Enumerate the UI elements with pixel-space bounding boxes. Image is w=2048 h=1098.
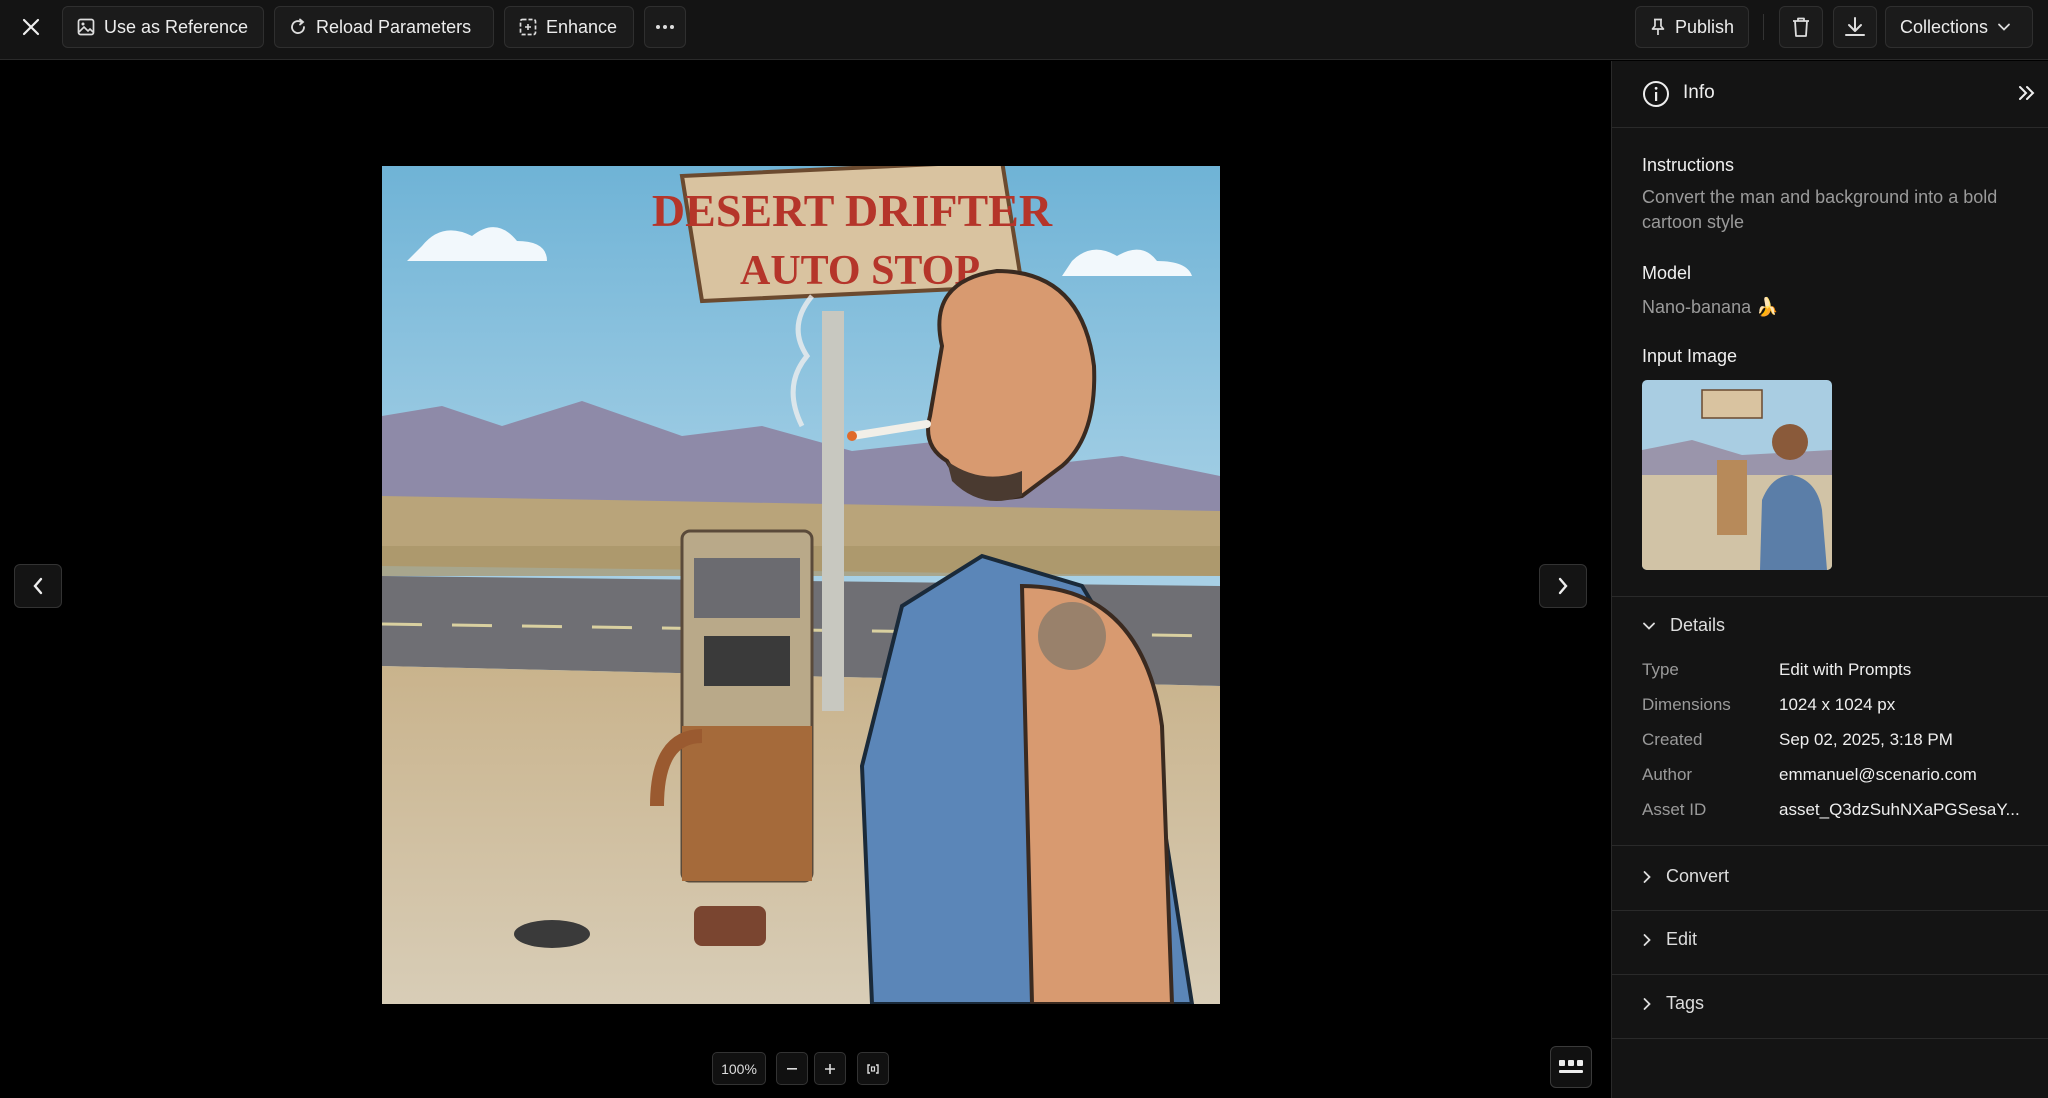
detail-label-asset-id: Asset ID	[1642, 800, 1707, 819]
details-toggle[interactable]: Details	[1642, 615, 1725, 636]
chevron-right-icon	[1643, 997, 1651, 1010]
enhance-button[interactable]: Enhance	[504, 6, 634, 48]
plus-icon	[825, 1063, 835, 1074]
input-image-thumbnail[interactable]	[1642, 380, 1832, 570]
section-divider	[1612, 910, 2048, 911]
detail-value-dimensions: 1024 x 1024 px	[1779, 695, 1896, 714]
image-viewer: DESERT DRIFTER AUTO STOP 100%	[0, 61, 1611, 1098]
thumbnail-strip-toggle[interactable]	[1550, 1046, 1592, 1088]
zoom-in-button[interactable]	[814, 1052, 846, 1085]
chevron-right-icon	[1558, 577, 1568, 595]
grid-view-icon	[1559, 1060, 1583, 1073]
trash-icon	[1793, 17, 1809, 37]
details-title: Details	[1670, 615, 1726, 635]
enhance-label: Enhance	[546, 16, 618, 37]
instructions-title: Instructions	[1642, 155, 1735, 175]
model-title: Model	[1642, 263, 1692, 283]
next-image-button[interactable]	[1539, 564, 1587, 608]
convert-toggle[interactable]: Convert	[1642, 866, 1729, 887]
tags-title: Tags	[1666, 993, 1705, 1013]
edit-toggle[interactable]: Edit	[1642, 929, 1697, 950]
publish-button[interactable]: Publish	[1635, 6, 1749, 48]
chevron-right-icon	[1643, 870, 1651, 883]
detail-value-type: Edit with Prompts	[1779, 660, 1912, 679]
fit-screen-icon	[867, 1063, 879, 1074]
info-icon	[1643, 81, 1669, 107]
tags-toggle[interactable]: Tags	[1642, 993, 1704, 1014]
section-divider	[1612, 596, 2048, 597]
chevron-right-icon	[1643, 933, 1651, 946]
input-image-title: Input Image	[1642, 346, 1738, 366]
detail-label-dimensions: Dimensions	[1642, 695, 1731, 714]
detail-value-author[interactable]: emmanuel@scenario.com	[1779, 765, 1977, 785]
section-divider	[1612, 1038, 2048, 1039]
reload-parameters-button[interactable]: Reload Parameters	[274, 6, 494, 48]
detail-label-created: Created	[1642, 730, 1703, 749]
model-value: Nano-banana 🍌	[1642, 297, 1779, 317]
pin-icon	[1651, 18, 1665, 35]
toolbar-divider	[1763, 14, 1764, 40]
close-icon	[22, 18, 40, 36]
chevron-down-icon	[1998, 23, 2010, 31]
more-horizontal-icon	[656, 25, 674, 29]
collections-label: Collections	[1900, 16, 1989, 37]
sign-text-line1: DESERT DRIFTER	[652, 185, 1053, 236]
instructions-text: Convert the man and background into a bo…	[1642, 187, 1998, 232]
refresh-icon	[291, 18, 305, 34]
more-options-button[interactable]	[644, 6, 686, 48]
detail-label-type: Type	[1642, 660, 1679, 679]
generated-image: DESERT DRIFTER AUTO STOP	[382, 166, 1220, 1004]
top-toolbar: Use as Reference Reload Parameters Enhan…	[0, 0, 2048, 60]
minus-icon	[787, 1067, 797, 1070]
previous-image-button[interactable]	[14, 564, 62, 608]
reload-parameters-label: Reload Parameters	[316, 16, 472, 37]
enhance-icon	[519, 18, 537, 36]
section-divider	[1612, 845, 2048, 846]
image-icon	[77, 18, 95, 36]
info-panel: Info Instructions Convert the man and ba…	[1611, 61, 2048, 1098]
zoom-out-button[interactable]	[776, 1052, 808, 1085]
download-button[interactable]	[1833, 6, 1877, 48]
detail-label-author: Author	[1642, 765, 1693, 784]
panel-header: Info	[1612, 61, 2048, 128]
edit-title: Edit	[1666, 929, 1698, 949]
detail-value-asset-id[interactable]: asset_Q3dzSuhNXaPGSesaY...	[1779, 800, 2020, 820]
panel-title: Info	[1683, 82, 1715, 103]
chevron-down-icon	[1643, 622, 1655, 630]
collections-dropdown[interactable]: Collections	[1885, 6, 2033, 48]
publish-label: Publish	[1674, 16, 1734, 37]
convert-title: Convert	[1666, 866, 1730, 886]
use-as-reference-label: Use as Reference	[104, 16, 249, 37]
chevron-left-icon	[33, 577, 43, 595]
fit-to-screen-button[interactable]	[857, 1052, 889, 1085]
detail-value-created: Sep 02, 2025, 3:18 PM	[1779, 730, 1953, 749]
delete-button[interactable]	[1779, 6, 1823, 48]
section-divider	[1612, 974, 2048, 975]
collapse-panel-icon[interactable]	[2018, 85, 2036, 101]
use-as-reference-button[interactable]: Use as Reference	[62, 6, 264, 48]
zoom-level[interactable]: 100%	[712, 1052, 766, 1085]
sign-text-line2: AUTO STOP	[740, 248, 980, 294]
close-button[interactable]	[14, 10, 48, 44]
download-icon	[1845, 17, 1865, 36]
